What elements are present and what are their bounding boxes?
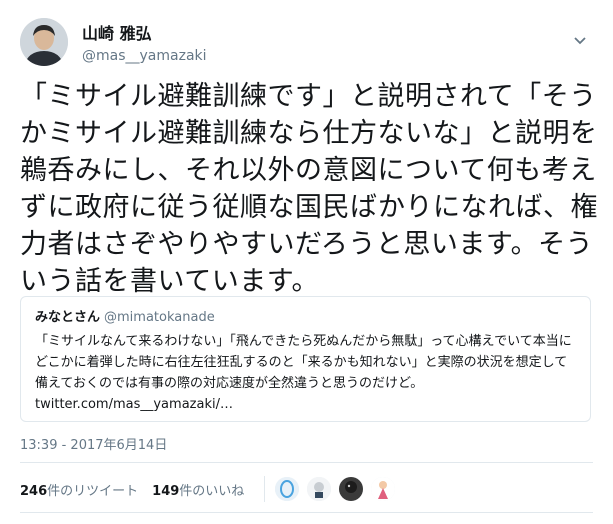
liker-avatar-image <box>275 477 300 501</box>
liker-avatar[interactable] <box>339 477 364 501</box>
divider-top <box>20 462 593 463</box>
chevron-down-icon[interactable] <box>573 36 587 46</box>
liker-avatar-image <box>339 477 364 501</box>
tweet-header: 山崎 雅弘 @mas__yamazaki <box>20 14 593 70</box>
quoted-text: 「ミサイルなんて来るわけない」「飛んできたら死ぬんだから無駄」って心構えでいて本… <box>35 334 572 391</box>
tweet-stats: 246件のリツイート 149件のいいね <box>20 474 593 504</box>
quoted-display-name: みなとさん <box>35 310 101 325</box>
avatar-image <box>20 18 68 66</box>
divider-bottom <box>20 512 593 513</box>
likes-label: 件のいいね <box>179 483 245 499</box>
liker-avatar[interactable] <box>307 477 332 501</box>
liker-avatar[interactable] <box>371 477 396 501</box>
quoted-handle: @mimatokanade <box>104 310 215 325</box>
quoted-tweet-text: 「ミサイルなんて来るわけない」「飛んできたら死ぬんだから無駄」って心構えでいて本… <box>35 331 576 415</box>
retweets-stat[interactable]: 246件のリツイート <box>20 480 138 499</box>
retweets-count: 246 <box>20 483 48 499</box>
tweet-card: 山崎 雅弘 @mas__yamazaki 「ミサイル避難訓練です」と説明されて「… <box>0 0 613 524</box>
quoted-link[interactable]: twitter.com/mas__yamazaki/… <box>35 397 233 412</box>
likes-stat[interactable]: 149件のいいね <box>152 480 244 499</box>
tweet-timestamp[interactable]: 13:39 - 2017年6月14日 <box>20 434 167 453</box>
liker-avatar-image <box>371 477 396 501</box>
author-display-name[interactable]: 山崎 雅弘 <box>82 24 207 44</box>
liker-avatars <box>264 476 403 502</box>
tweet-text: 「ミサイル避難訓練です」と説明されて「そうかミサイル避難訓練なら仕方ないな」と説… <box>20 81 599 297</box>
author-handle[interactable]: @mas__yamazaki <box>82 46 207 66</box>
author-avatar[interactable] <box>20 18 68 66</box>
liker-avatar-image <box>307 477 332 501</box>
author-names: 山崎 雅弘 @mas__yamazaki <box>82 24 207 66</box>
quoted-tweet-header: みなとさん @mimatokanade <box>35 309 576 327</box>
quoted-tweet[interactable]: みなとさん @mimatokanade 「ミサイルなんて来るわけない」「飛んできた… <box>20 296 591 422</box>
likes-count: 149 <box>152 483 180 499</box>
retweets-label: 件のリツイート <box>47 483 139 499</box>
liker-avatar[interactable] <box>275 477 300 501</box>
